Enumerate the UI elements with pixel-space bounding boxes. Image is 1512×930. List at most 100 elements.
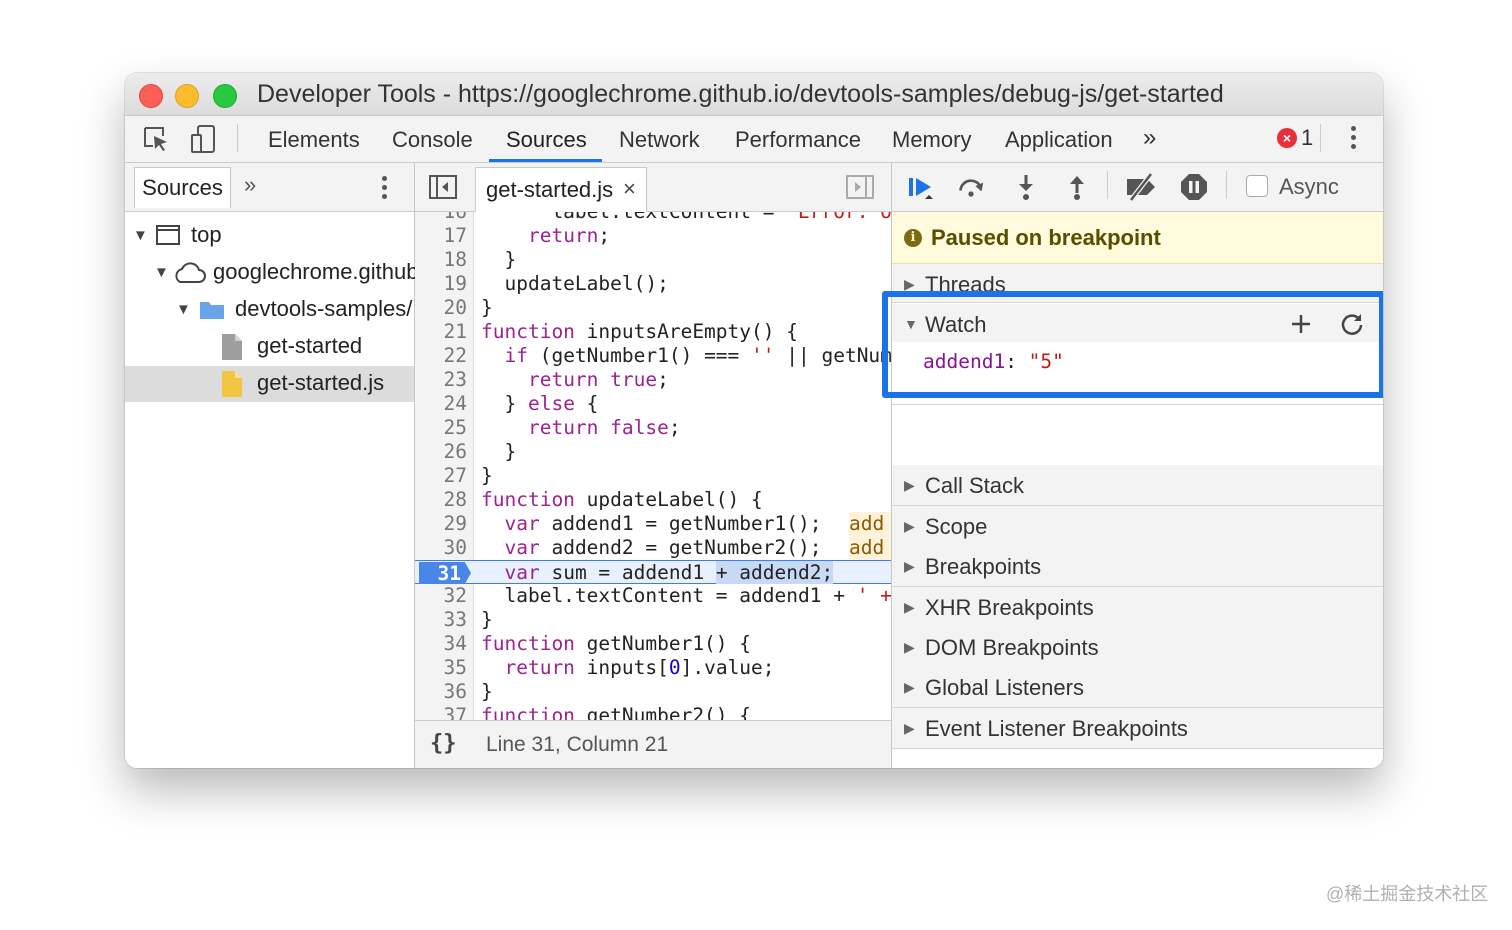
code-editor-pane: get-started.js × 16 label.textContent = … <box>415 163 892 768</box>
tab-elements[interactable]: Elements <box>268 127 360 153</box>
pane-event-listener-breakpoints[interactable]: ▶ Event Listener Breakpoints <box>892 708 1383 749</box>
zoom-window-button[interactable] <box>213 84 237 108</box>
paused-banner: i Paused on breakpoint <box>892 212 1383 264</box>
code-line: 16 label.textContent = 'Error: one <box>415 212 891 224</box>
expand-arrow-icon: ▶ <box>904 477 915 493</box>
pane-breakpoints[interactable]: ▶ Breakpoints <box>892 546 1383 587</box>
pane-global-listeners[interactable]: ▶ Global Listeners <box>892 667 1383 708</box>
title-bar: Developer Tools - https://googlechrome.g… <box>125 73 1383 116</box>
editor-status-bar: {} Line 31, Column 21 <box>415 720 891 768</box>
expand-arrow-icon[interactable]: ▼ <box>133 227 148 244</box>
step-out-icon[interactable] <box>1063 173 1091 201</box>
tree-label: devtools-samples/ <box>235 296 413 321</box>
tree-item-domain[interactable]: ▼ googlechrome.github <box>125 255 418 291</box>
device-toolbar-icon[interactable] <box>189 124 219 154</box>
file-tab[interactable]: get-started.js × <box>475 167 647 212</box>
toolbar-separator <box>1107 171 1108 199</box>
code-line: 18 } <box>443 248 517 271</box>
window-title: Developer Tools - https://googlechrome.g… <box>257 80 1224 108</box>
pretty-print-button[interactable]: {} <box>430 731 457 756</box>
file-tab-label: get-started.js <box>486 177 614 202</box>
pause-on-exceptions-icon[interactable] <box>1180 173 1208 201</box>
navigator-pane: Sources » ▼ top ▼ googlechrome.github ▼ <box>125 163 418 768</box>
code-line: 36} <box>443 680 493 703</box>
toggle-navigator-icon[interactable] <box>429 175 457 199</box>
tree-item-top[interactable]: ▼ top <box>125 218 414 254</box>
debugger-toolbar: Async <box>892 163 1383 212</box>
code-line: 30 var addend2 = getNumber2(); add <box>415 536 891 560</box>
navigator-header: Sources » <box>125 163 414 212</box>
expand-arrow-icon: ▶ <box>904 599 915 615</box>
pane-label: Scope <box>925 514 988 539</box>
pane-dom-breakpoints[interactable]: ▶ DOM Breakpoints <box>892 627 1383 668</box>
pane-label: Breakpoints <box>925 554 1042 579</box>
document-icon <box>222 334 242 360</box>
debugger-sidebar: Async i Paused on breakpoint ▶ Threads ▼… <box>892 163 1383 768</box>
pane-xhr-breakpoints[interactable]: ▶ XHR Breakpoints <box>892 587 1383 628</box>
more-tabs-button[interactable]: » <box>1143 124 1156 152</box>
paused-message: Paused on breakpoint <box>931 225 1161 250</box>
code-line: 33} <box>443 608 493 631</box>
deactivate-breakpoints-icon[interactable] <box>1125 173 1159 201</box>
pane-label: Global Listeners <box>925 675 1084 700</box>
close-window-button[interactable] <box>139 84 163 108</box>
expand-arrow-icon[interactable]: ▼ <box>176 301 191 318</box>
resume-icon[interactable] <box>907 173 935 201</box>
main-toolbar: Elements Console Sources Network Perform… <box>125 116 1383 163</box>
tree-label: googlechrome.github <box>213 259 419 284</box>
expand-arrow-icon[interactable]: ▼ <box>154 264 169 281</box>
error-count[interactable]: 1 <box>1301 125 1313 151</box>
inline-value: add <box>849 512 891 536</box>
navigator-menu-icon[interactable] <box>382 176 388 203</box>
navigator-tab-sources[interactable]: Sources <box>134 167 231 208</box>
code-line: 34 function getNumber1() { <box>443 632 752 655</box>
step-over-icon[interactable] <box>957 173 985 201</box>
editor-header: get-started.js × <box>415 163 891 212</box>
pane-scope[interactable]: ▶ Scope <box>892 506 1383 547</box>
code-line: 27} <box>443 464 493 487</box>
close-tab-icon[interactable]: × <box>623 176 636 202</box>
tab-network[interactable]: Network <box>619 127 700 153</box>
tree-item-get-started[interactable]: get-started <box>125 329 414 365</box>
code-line: 37 function getNumber2() { <box>443 704 752 720</box>
inline-value: add <box>849 536 891 560</box>
inspect-element-icon[interactable] <box>141 124 171 154</box>
code-line: 28 function updateLabel() { <box>443 488 763 511</box>
error-icon[interactable]: × <box>1277 128 1297 148</box>
info-icon: i <box>904 229 922 247</box>
tree-label: get-started.js <box>257 370 385 395</box>
breakpoint-marker[interactable]: 31 <box>419 562 471 584</box>
more-options-icon[interactable] <box>1351 126 1357 153</box>
tree-item-get-started-js[interactable]: get-started.js <box>125 366 414 402</box>
code-line: 32 label.textContent = addend1 + ' + ' <box>443 584 891 607</box>
tab-application[interactable]: Application <box>1005 127 1113 153</box>
pane-label: Call Stack <box>925 473 1025 498</box>
pane-call-stack[interactable]: ▶ Call Stack <box>892 465 1383 506</box>
active-tab-indicator <box>489 159 602 162</box>
navigator-more-button[interactable]: » <box>244 172 256 198</box>
async-checkbox[interactable] <box>1246 175 1268 197</box>
code-line: 26 } <box>443 440 517 463</box>
tab-sources[interactable]: Sources <box>506 127 587 153</box>
code-line: 22 if (getNumber1() === '' || getNumber2… <box>443 344 891 367</box>
toggle-debugger-icon[interactable] <box>846 175 874 199</box>
minimize-window-button[interactable] <box>175 84 199 108</box>
tab-memory[interactable]: Memory <box>892 127 971 153</box>
expand-arrow-icon: ▶ <box>904 720 915 736</box>
expand-arrow-icon: ▶ <box>904 558 915 574</box>
code-line: 17 return; <box>443 224 611 247</box>
code-line: 19 updateLabel(); <box>443 272 669 295</box>
step-into-icon[interactable] <box>1012 173 1040 201</box>
cursor-position: Line 31, Column 21 <box>486 733 669 756</box>
pane-label: DOM Breakpoints <box>925 635 1099 660</box>
tree-item-folder[interactable]: ▼ devtools-samples/ <box>125 292 414 328</box>
code-line: 20} <box>443 296 493 319</box>
watch-highlight-box <box>882 291 1383 398</box>
tab-performance[interactable]: Performance <box>735 127 861 153</box>
execution-line: 31 var sum = addend1 + addend2; <box>415 560 891 584</box>
toolbar-separator <box>237 124 238 152</box>
frame-icon <box>156 225 180 245</box>
tab-console[interactable]: Console <box>392 127 473 153</box>
watermark: @稀土掘金技术社区 <box>1326 884 1489 904</box>
code-view[interactable]: 16 label.textContent = 'Error: one 17 re… <box>415 212 891 720</box>
